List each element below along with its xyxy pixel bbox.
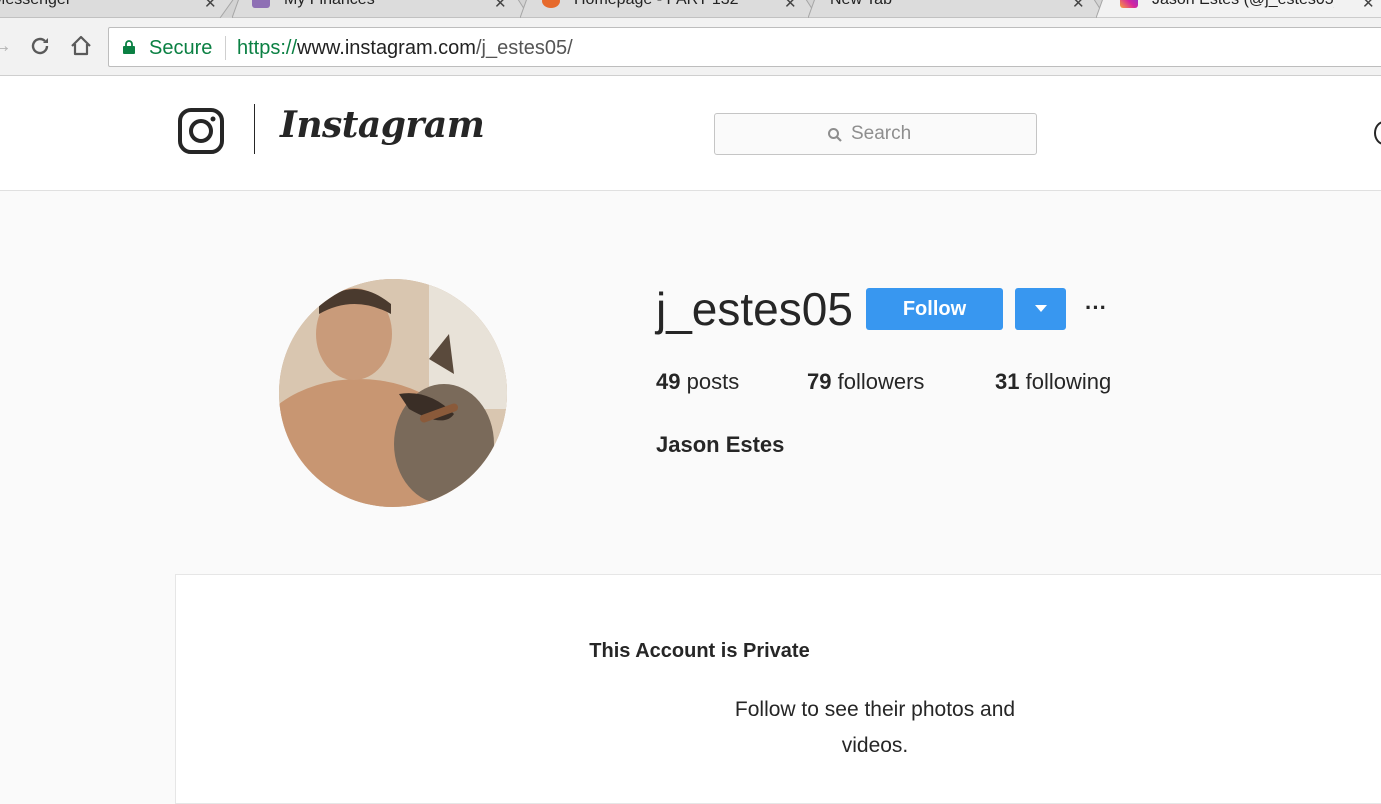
following-stat[interactable]: 31 following — [995, 369, 1111, 395]
tab-homepage-label[interactable]: Homepage - PART 132 — [574, 0, 764, 9]
private-account-card — [175, 574, 1381, 804]
profile-username: j_estes05 — [656, 283, 853, 335]
instagram-wordmark[interactable]: Instagram — [280, 104, 485, 146]
follow-button[interactable]: Follow — [866, 288, 1003, 330]
caret-down-icon — [1035, 305, 1047, 312]
tab-close-icon[interactable]: ✕ — [1362, 0, 1375, 12]
tab-instagram-label[interactable]: Jason Estes (@j_estes05) — [1152, 0, 1334, 9]
posts-stat: 49 posts — [656, 369, 740, 394]
finances-favicon-icon — [252, 0, 270, 8]
browser-tab-strip: Messenger ✕ My Finances ✕ Homepage - PAR… — [0, 0, 1381, 18]
tab-newtab-label[interactable]: New Tab — [830, 0, 892, 9]
url-text[interactable]: https://www.instagram.com/j_estes05/ — [237, 37, 573, 60]
tab-close-icon[interactable]: ✕ — [1072, 0, 1085, 12]
search-input[interactable]: Search — [714, 113, 1037, 155]
forward-arrow-icon[interactable]: → — [0, 32, 16, 60]
address-bar[interactable]: Secure https://www.instagram.com/j_estes… — [108, 27, 1381, 67]
header-separator — [254, 104, 255, 154]
omnibox-divider — [225, 36, 226, 60]
tab-finances-label[interactable]: My Finances — [284, 0, 375, 9]
followers-stat[interactable]: 79 followers — [807, 369, 924, 395]
suggested-dropdown-button[interactable] — [1015, 288, 1066, 330]
instagram-favicon-icon — [1120, 0, 1138, 8]
profile-avatar[interactable] — [279, 279, 507, 507]
home-icon[interactable] — [67, 32, 95, 60]
secure-label[interactable]: Secure — [149, 37, 212, 60]
instagram-header: Instagram Search — [0, 76, 1381, 191]
private-title: This Account is Private — [589, 640, 810, 662]
avatar-photo — [279, 279, 507, 507]
tab-messenger-label[interactable]: Messenger — [0, 0, 71, 9]
lock-icon — [123, 40, 135, 54]
instagram-camera-icon[interactable] — [178, 108, 224, 154]
tab-close-icon[interactable]: ✕ — [204, 0, 217, 12]
private-message: Follow to see their photos and videos. — [734, 698, 1016, 757]
profile-full-name: Jason Estes — [656, 432, 785, 457]
browser-toolbar: → Secure https://www.instagram.com/j_est… — [0, 18, 1381, 76]
tab-finances-shape — [232, 0, 531, 18]
search-icon — [828, 128, 842, 142]
more-options-icon[interactable]: ··· — [1082, 294, 1110, 322]
reload-icon[interactable] — [26, 32, 54, 60]
explore-compass-icon[interactable] — [1374, 121, 1381, 145]
search-placeholder: Search — [851, 123, 912, 144]
tab-close-icon[interactable]: ✕ — [494, 0, 507, 12]
tab-close-icon[interactable]: ✕ — [784, 0, 797, 12]
